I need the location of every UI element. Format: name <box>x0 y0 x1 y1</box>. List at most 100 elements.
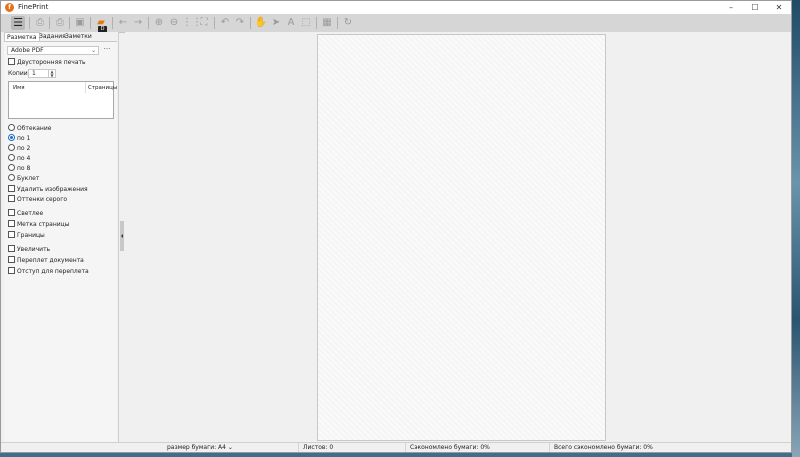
chevron-down-icon: ⌄ <box>227 444 233 451</box>
toolbar-separator <box>49 17 50 29</box>
radio-circle <box>8 144 15 151</box>
radio-label: по 8 <box>17 165 31 172</box>
duplex-label: Двусторонняя печать <box>17 59 86 66</box>
radio-label: по 4 <box>17 155 31 162</box>
checkbox-box <box>8 185 15 192</box>
radio-label: по 1 <box>17 135 31 142</box>
checkbox-label: Удалить изображения <box>17 186 88 193</box>
stepper-arrows-icon[interactable]: ▲ ▼ <box>48 70 55 77</box>
marquee-select-icon[interactable]: ⬚ <box>299 16 313 30</box>
checkbox-label: Увеличить <box>17 246 51 253</box>
checkbox-label: Светлее <box>17 210 44 217</box>
checkbox-label: Оттенки серого <box>17 196 68 203</box>
forward-arrow-icon[interactable]: → <box>131 16 145 30</box>
checkbox-box <box>8 195 15 202</box>
toolbar-separator <box>29 17 30 29</box>
undo-icon[interactable]: ↶ <box>218 16 232 30</box>
grayscale-checkbox[interactable]: Оттенки серого <box>8 195 67 204</box>
gutter-checkbox[interactable]: Отступ для переплета <box>8 267 89 276</box>
toolbar-separator <box>250 17 251 29</box>
checkbox-label: Границы <box>17 232 45 239</box>
checkbox-label: Переплет документа <box>17 257 84 264</box>
toolbar-separator <box>112 17 113 29</box>
printer-select-value: Adobe PDF <box>11 47 44 54</box>
checkbox-box <box>8 267 15 274</box>
grid-view-icon[interactable]: ⋮⋮ <box>182 16 202 30</box>
document-list[interactable]: Имя Страницы <box>8 81 117 119</box>
page-preview[interactable] <box>317 34 606 441</box>
save-icon[interactable]: ▣ <box>73 16 87 30</box>
layout-radio-4up[interactable]: по 4 <box>8 154 30 163</box>
layout-radio-1up[interactable]: по 1 <box>8 134 30 143</box>
chevron-down-icon: ⌄ <box>90 47 96 54</box>
printer-select[interactable]: Adobe PDF ⌄ <box>7 46 99 55</box>
redo-icon[interactable]: ↷ <box>233 16 247 30</box>
checkbox-box <box>8 209 15 216</box>
column-header-name[interactable]: Имя <box>13 85 25 91</box>
status-bar: размер бумаги: A4 ⌄ Листов: 0 Сэкономлен… <box>1 442 791 452</box>
title-bar: f FinePrint – ☐ ✕ <box>1 1 791 14</box>
radio-label: по 2 <box>17 145 31 152</box>
layout-radio-2up[interactable]: по 2 <box>8 144 30 153</box>
fit-page-icon[interactable]: ⛶ <box>197 16 211 30</box>
printer-setup-icon[interactable]: ⎙ <box>53 16 67 30</box>
copies-label: Копии: <box>8 70 30 77</box>
fineprint-window: f FinePrint – ☐ ✕ ☰ ⎙ ⎙ ▣ ▰ ← → ⊕ ⊖ ⋮⋮ ⛶… <box>0 0 792 453</box>
layout-radio-booklet[interactable]: Буклет <box>8 174 39 183</box>
page-label-checkbox[interactable]: Метка страницы <box>8 220 70 229</box>
preview-area <box>125 32 791 442</box>
paper-size-dropdown[interactable]: размер бумаги: A4 ⌄ <box>163 443 297 452</box>
column-divider <box>85 82 86 93</box>
desktop-background <box>792 0 800 457</box>
toolbar-separator <box>337 17 338 29</box>
checkbox-box <box>8 245 15 252</box>
lighter-checkbox[interactable]: Светлее <box>8 209 43 218</box>
panel-splitter-handle[interactable] <box>120 221 124 251</box>
menu-icon[interactable]: ☰ <box>11 16 25 30</box>
zoom-out-icon[interactable]: ⊖ <box>167 16 181 30</box>
toolbar-separator <box>214 17 215 29</box>
toolbar: ☰ ⎙ ⎙ ▣ ▰ ← → ⊕ ⊖ ⋮⋮ ⛶ ↶ ↷ ✋ ➤ A ⬚ ▦ ↻ <box>1 14 791 33</box>
hand-tool-icon[interactable]: ✋ <box>254 16 268 30</box>
total-paper-saved: Всего сэкономлено бумаги: 0% <box>549 443 704 452</box>
print-icon[interactable]: ⎙ <box>33 16 47 30</box>
layout-radio-8up[interactable]: по 8 <box>8 164 30 173</box>
toolbar-separator <box>316 17 317 29</box>
radio-label: Буклет <box>17 175 40 182</box>
select-arrow-icon[interactable]: ➤ <box>269 16 283 30</box>
zoom-in-icon[interactable]: ⊕ <box>152 16 166 30</box>
radio-label: Обтекание <box>17 125 52 132</box>
enlarge-checkbox[interactable]: Увеличить <box>8 245 50 254</box>
binding-checkbox[interactable]: Переплет документа <box>8 256 84 265</box>
maximize-button[interactable]: ☐ <box>743 1 767 14</box>
tab-notes[interactable]: Заметки <box>63 32 94 41</box>
page-layout-icon[interactable]: ▦ <box>320 16 334 30</box>
left-panel: Разметка Задания Заметки Adobe PDF ⌄ ···… <box>1 32 119 442</box>
checkbox-label: Метка страницы <box>17 221 70 228</box>
radio-circle <box>8 154 15 161</box>
refresh-icon[interactable]: ↻ <box>341 16 355 30</box>
paper-size-label: размер бумаги: A4 <box>167 444 226 451</box>
checkbox-box <box>8 231 15 238</box>
radio-circle-selected <box>8 134 15 141</box>
toolbar-separator <box>148 17 149 29</box>
minimize-button[interactable]: – <box>719 1 743 14</box>
remove-images-checkbox[interactable]: Удалить изображения <box>8 185 88 194</box>
toolbar-separator <box>90 17 91 29</box>
checkbox-box <box>8 256 15 263</box>
layout-radio-wrap[interactable]: Обтекание <box>8 124 51 133</box>
layout-options-panel: Adobe PDF ⌄ ··· Двусторонняя печать Копи… <box>4 41 117 442</box>
back-arrow-icon[interactable]: ← <box>116 16 130 30</box>
checkbox-box <box>8 58 15 65</box>
duplex-checkbox[interactable]: Двусторонняя печать <box>8 58 86 67</box>
radio-circle <box>8 174 15 181</box>
column-header-pages[interactable]: Страницы <box>88 85 117 91</box>
text-tool-icon[interactable]: A <box>284 16 298 30</box>
checkbox-label: Отступ для переплета <box>17 268 89 275</box>
paper-saved: Сэкономлено бумаги: 0% <box>405 443 550 452</box>
printer-options-button[interactable]: ··· <box>102 46 112 55</box>
copies-value: 1 <box>32 70 36 77</box>
borders-checkbox[interactable]: Границы <box>8 231 45 240</box>
close-button[interactable]: ✕ <box>767 1 791 14</box>
copies-stepper[interactable]: 1 ▲ ▼ <box>28 69 56 78</box>
